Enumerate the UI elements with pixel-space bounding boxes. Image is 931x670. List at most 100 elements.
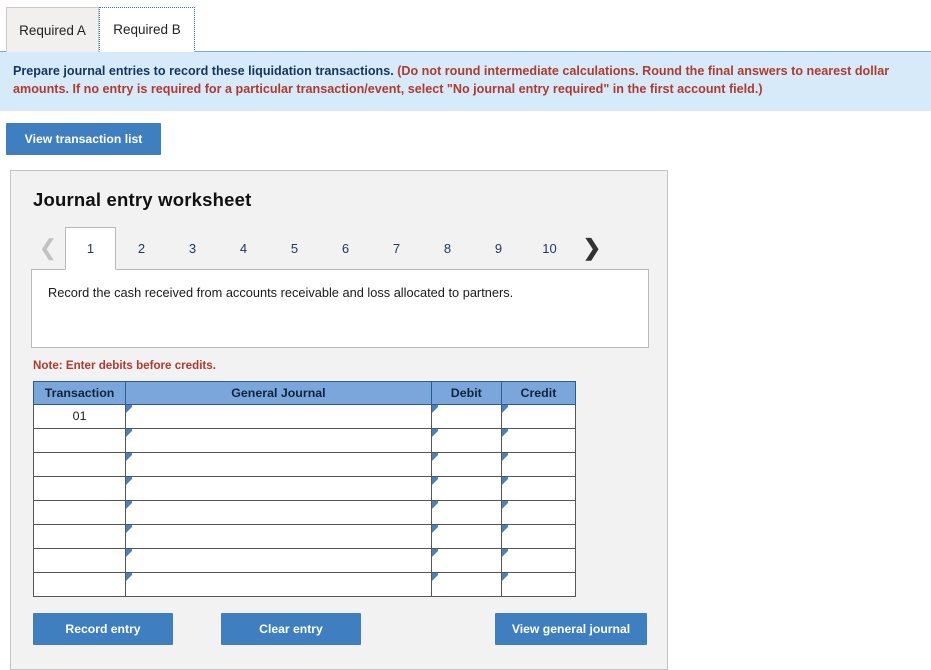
journal-entry-worksheet-panel: Journal entry worksheet ❮ 1 2 3 4 5 6 7 8 9 10 ❯ …	[10, 169, 668, 670]
cell-credit[interactable]	[500, 571, 577, 597]
dropdown-marker-icon	[431, 572, 438, 581]
dropdown-marker-icon	[126, 452, 133, 461]
credit-input[interactable]	[501, 524, 575, 548]
account-select[interactable]	[126, 476, 431, 500]
cell-general-journal[interactable]	[125, 403, 432, 429]
account-select[interactable]	[126, 404, 431, 428]
pager-page-10[interactable]: 10	[524, 227, 575, 269]
record-entry-button[interactable]: Record entry	[33, 612, 173, 645]
account-select[interactable]	[126, 452, 431, 476]
cell-credit[interactable]	[500, 403, 577, 429]
cell-transaction	[32, 475, 127, 501]
debit-input[interactable]	[431, 548, 501, 572]
credit-input[interactable]	[501, 572, 575, 596]
tab-required-a[interactable]: Required A	[6, 7, 99, 52]
view-general-journal-button[interactable]: View general journal	[495, 612, 647, 645]
dropdown-marker-icon	[501, 476, 508, 485]
pager-page-2[interactable]: 2	[116, 227, 167, 269]
pager-page-5[interactable]: 5	[269, 227, 320, 269]
cell-transaction	[32, 571, 127, 597]
cell-transaction: 01	[32, 403, 127, 429]
cell-general-journal[interactable]	[125, 547, 432, 573]
dropdown-marker-icon	[126, 548, 133, 557]
dropdown-marker-icon	[126, 500, 133, 509]
tab-required-b-label: Required B	[113, 22, 181, 37]
credit-input[interactable]	[501, 500, 575, 524]
pager-page-1[interactable]: 1	[65, 226, 116, 270]
account-select[interactable]	[126, 500, 431, 524]
account-select[interactable]	[126, 428, 431, 452]
cell-general-journal[interactable]	[125, 451, 432, 477]
view-transaction-list-button[interactable]: View transaction list	[6, 122, 161, 155]
cell-credit[interactable]	[500, 547, 577, 573]
dropdown-marker-icon	[501, 572, 508, 581]
cell-debit[interactable]	[430, 475, 502, 501]
instructions-lead-text: Prepare journal entries to record these …	[13, 64, 394, 78]
cell-general-journal[interactable]	[125, 571, 432, 597]
cell-transaction	[32, 427, 127, 453]
tab-required-b[interactable]: Required B	[99, 7, 195, 52]
cell-debit[interactable]	[430, 547, 502, 573]
credit-input[interactable]	[501, 548, 575, 572]
cell-debit[interactable]	[430, 499, 502, 525]
cell-debit[interactable]	[430, 427, 502, 453]
dropdown-marker-icon	[126, 524, 133, 533]
worksheet-title: Journal entry worksheet	[33, 188, 252, 210]
account-select[interactable]	[126, 572, 431, 596]
dropdown-marker-icon	[501, 404, 508, 413]
cell-credit[interactable]	[500, 475, 577, 501]
debit-input[interactable]	[431, 428, 501, 452]
cell-debit[interactable]	[430, 403, 502, 429]
cell-credit[interactable]	[500, 499, 577, 525]
column-header-transaction: Transaction	[32, 380, 127, 405]
dropdown-marker-icon	[501, 452, 508, 461]
pager-page-3[interactable]: 3	[167, 227, 218, 269]
dropdown-marker-icon	[501, 548, 508, 557]
cell-general-journal[interactable]	[125, 475, 432, 501]
clear-entry-label: Clear entry	[259, 621, 323, 636]
pager-page-9[interactable]: 9	[473, 227, 524, 269]
credit-input[interactable]	[501, 428, 575, 452]
journal-table-wrapper: Transaction General Journal Debit Credit…	[32, 380, 667, 597]
debit-input[interactable]	[431, 500, 501, 524]
dropdown-marker-icon	[431, 524, 438, 533]
dropdown-marker-icon	[126, 572, 133, 581]
cell-transaction	[32, 499, 127, 525]
debit-input[interactable]	[431, 404, 501, 428]
cell-debit[interactable]	[430, 523, 502, 549]
cell-debit[interactable]	[430, 451, 502, 477]
cell-general-journal[interactable]	[125, 523, 432, 549]
debit-input[interactable]	[431, 572, 501, 596]
clear-entry-button[interactable]: Clear entry	[221, 612, 361, 645]
worksheet-action-buttons: Record entry Clear entry View general jo…	[33, 612, 647, 645]
credit-input[interactable]	[501, 476, 575, 500]
pager-page-6[interactable]: 6	[320, 227, 371, 269]
dropdown-marker-icon	[431, 428, 438, 437]
cell-general-journal[interactable]	[125, 427, 432, 453]
required-tabs-strip: Required A Required B	[0, 0, 931, 52]
dropdown-marker-icon	[431, 548, 438, 557]
entry-description-box: Record the cash received from accounts r…	[31, 269, 649, 348]
column-header-credit: Credit	[500, 380, 577, 405]
chevron-right-icon[interactable]: ❯	[575, 227, 609, 269]
dropdown-marker-icon	[431, 404, 438, 413]
debit-input[interactable]	[431, 452, 501, 476]
debit-input[interactable]	[431, 476, 501, 500]
pager-page-7[interactable]: 7	[371, 227, 422, 269]
cell-debit[interactable]	[430, 571, 502, 597]
column-header-debit: Debit	[430, 380, 502, 405]
cell-general-journal[interactable]	[125, 499, 432, 525]
debit-input[interactable]	[431, 524, 501, 548]
cell-credit[interactable]	[500, 427, 577, 453]
cell-credit[interactable]	[500, 451, 577, 477]
account-select[interactable]	[126, 548, 431, 572]
cell-credit[interactable]	[500, 523, 577, 549]
pager-page-4[interactable]: 4	[218, 227, 269, 269]
account-select[interactable]	[126, 524, 431, 548]
cell-transaction	[32, 547, 127, 573]
credit-input[interactable]	[501, 452, 575, 476]
pager-page-8[interactable]: 8	[422, 227, 473, 269]
credit-input[interactable]	[501, 404, 575, 428]
table-row	[32, 475, 577, 501]
chevron-left-icon[interactable]: ❮	[31, 227, 65, 269]
